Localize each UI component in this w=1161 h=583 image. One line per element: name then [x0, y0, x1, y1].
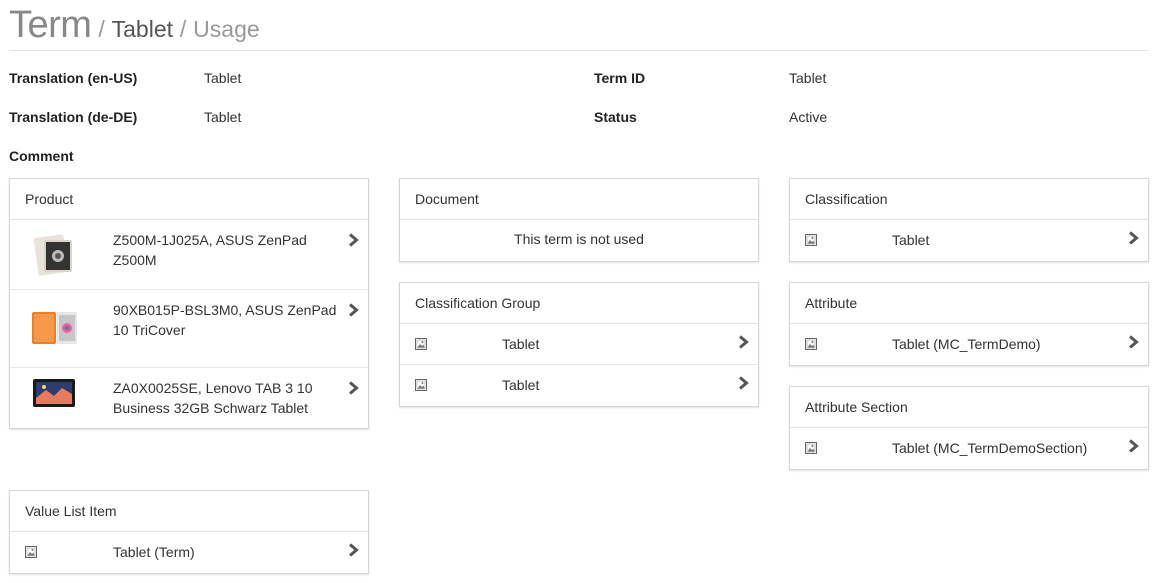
chevron-right-icon[interactable]: [737, 376, 749, 390]
chevron-right-icon[interactable]: [737, 335, 749, 349]
attribute-section-panel: Attribute Section Tablet (MC_TermDemoSec…: [789, 386, 1149, 470]
product-panel: Product Z500M-1J025A, ASUS ZenPad Z500M …: [9, 178, 369, 429]
chevron-right-icon[interactable]: [347, 543, 359, 557]
product-thumbnail: [33, 379, 75, 407]
image-icon: [805, 338, 817, 350]
list-item-label: Tablet: [502, 336, 540, 352]
list-item[interactable]: Tablet (Term): [10, 532, 368, 573]
attribute-section-panel-title: Attribute Section: [790, 387, 1148, 428]
image-icon: [415, 379, 427, 391]
translation-en-label: Translation (en-US): [9, 70, 138, 86]
list-item-label: Tablet (Term): [113, 544, 195, 560]
list-item[interactable]: Tablet: [400, 324, 758, 365]
value-list-item-panel: Value List Item Tablet (Term): [9, 490, 369, 574]
classification-group-panel: Classification Group Tablet Tablet: [399, 282, 759, 407]
chevron-right-icon[interactable]: [347, 303, 359, 317]
empty-state-row: This term is not used: [400, 220, 758, 261]
breadcrumb-usage: Usage: [193, 16, 260, 42]
classification-panel-title: Classification: [790, 179, 1148, 220]
list-item[interactable]: Tablet (MC_TermDemoSection): [790, 428, 1148, 469]
list-item[interactable]: Tablet (MC_TermDemo): [790, 324, 1148, 365]
breadcrumb-separator: /: [179, 16, 187, 42]
image-icon: [415, 338, 427, 350]
translation-en-value: Tablet: [204, 70, 242, 86]
translation-de-value: Tablet: [204, 109, 242, 125]
list-item-label: Tablet (MC_TermDemoSection): [892, 440, 1088, 456]
product-line1: 90XB015P-BSL3M0, ASUS ZenPad: [113, 302, 337, 318]
product-panel-title: Product: [10, 179, 368, 220]
product-thumbnail: [33, 234, 72, 276]
empty-state-text: This term is not used: [514, 231, 644, 247]
chevron-right-icon[interactable]: [347, 381, 359, 395]
product-line1: Z500M-1J025A, ASUS ZenPad: [113, 232, 307, 248]
chevron-right-icon[interactable]: [347, 233, 359, 247]
list-item-label: Tablet: [502, 377, 540, 393]
list-item-label: Tablet: [892, 232, 930, 248]
image-icon: [25, 546, 37, 558]
attribute-panel: Attribute Tablet (MC_TermDemo): [789, 282, 1149, 366]
product-row[interactable]: 90XB015P-BSL3M0, ASUS ZenPad 10 TriCover: [10, 290, 368, 368]
status-value: Active: [789, 109, 828, 125]
product-line2: 10 TriCover: [113, 322, 186, 338]
product-row[interactable]: ZA0X0025SE, Lenovo TAB 3 10 Business 32G…: [10, 368, 368, 428]
status-label: Status: [594, 109, 637, 125]
list-item[interactable]: Tablet: [790, 220, 1148, 261]
comment-label: Comment: [9, 148, 74, 164]
document-panel: Document This term is not used: [399, 178, 759, 262]
product-line2: Z500M: [113, 252, 157, 268]
breadcrumb-term[interactable]: Term: [9, 4, 92, 46]
classification-panel: Classification Tablet: [789, 178, 1149, 262]
product-thumbnail: [32, 312, 77, 344]
chevron-right-icon[interactable]: [1127, 335, 1139, 349]
attribute-panel-title: Attribute: [790, 283, 1148, 324]
product-row[interactable]: Z500M-1J025A, ASUS ZenPad Z500M: [10, 220, 368, 290]
translation-de-label: Translation (de-DE): [9, 109, 138, 125]
term-id-value: Tablet: [789, 70, 827, 86]
document-panel-title: Document: [400, 179, 758, 220]
product-line2: Business 32GB Schwarz Tablet: [113, 400, 309, 416]
chevron-right-icon[interactable]: [1127, 231, 1139, 245]
chevron-right-icon[interactable]: [1127, 439, 1139, 453]
term-id-label: Term ID: [594, 70, 646, 86]
list-item[interactable]: Tablet: [400, 365, 758, 406]
product-line1: ZA0X0025SE, Lenovo TAB 3 10: [113, 380, 313, 396]
classification-group-panel-title: Classification Group: [400, 283, 758, 324]
value-list-item-panel-title: Value List Item: [10, 491, 368, 532]
breadcrumb-tablet[interactable]: Tablet: [112, 16, 173, 42]
page-header: Term / Tablet / Usage: [9, 4, 1149, 51]
list-item-label: Tablet (MC_TermDemo): [892, 336, 1041, 352]
image-icon: [805, 442, 817, 454]
image-icon: [805, 234, 817, 246]
breadcrumb-separator: /: [98, 16, 105, 42]
